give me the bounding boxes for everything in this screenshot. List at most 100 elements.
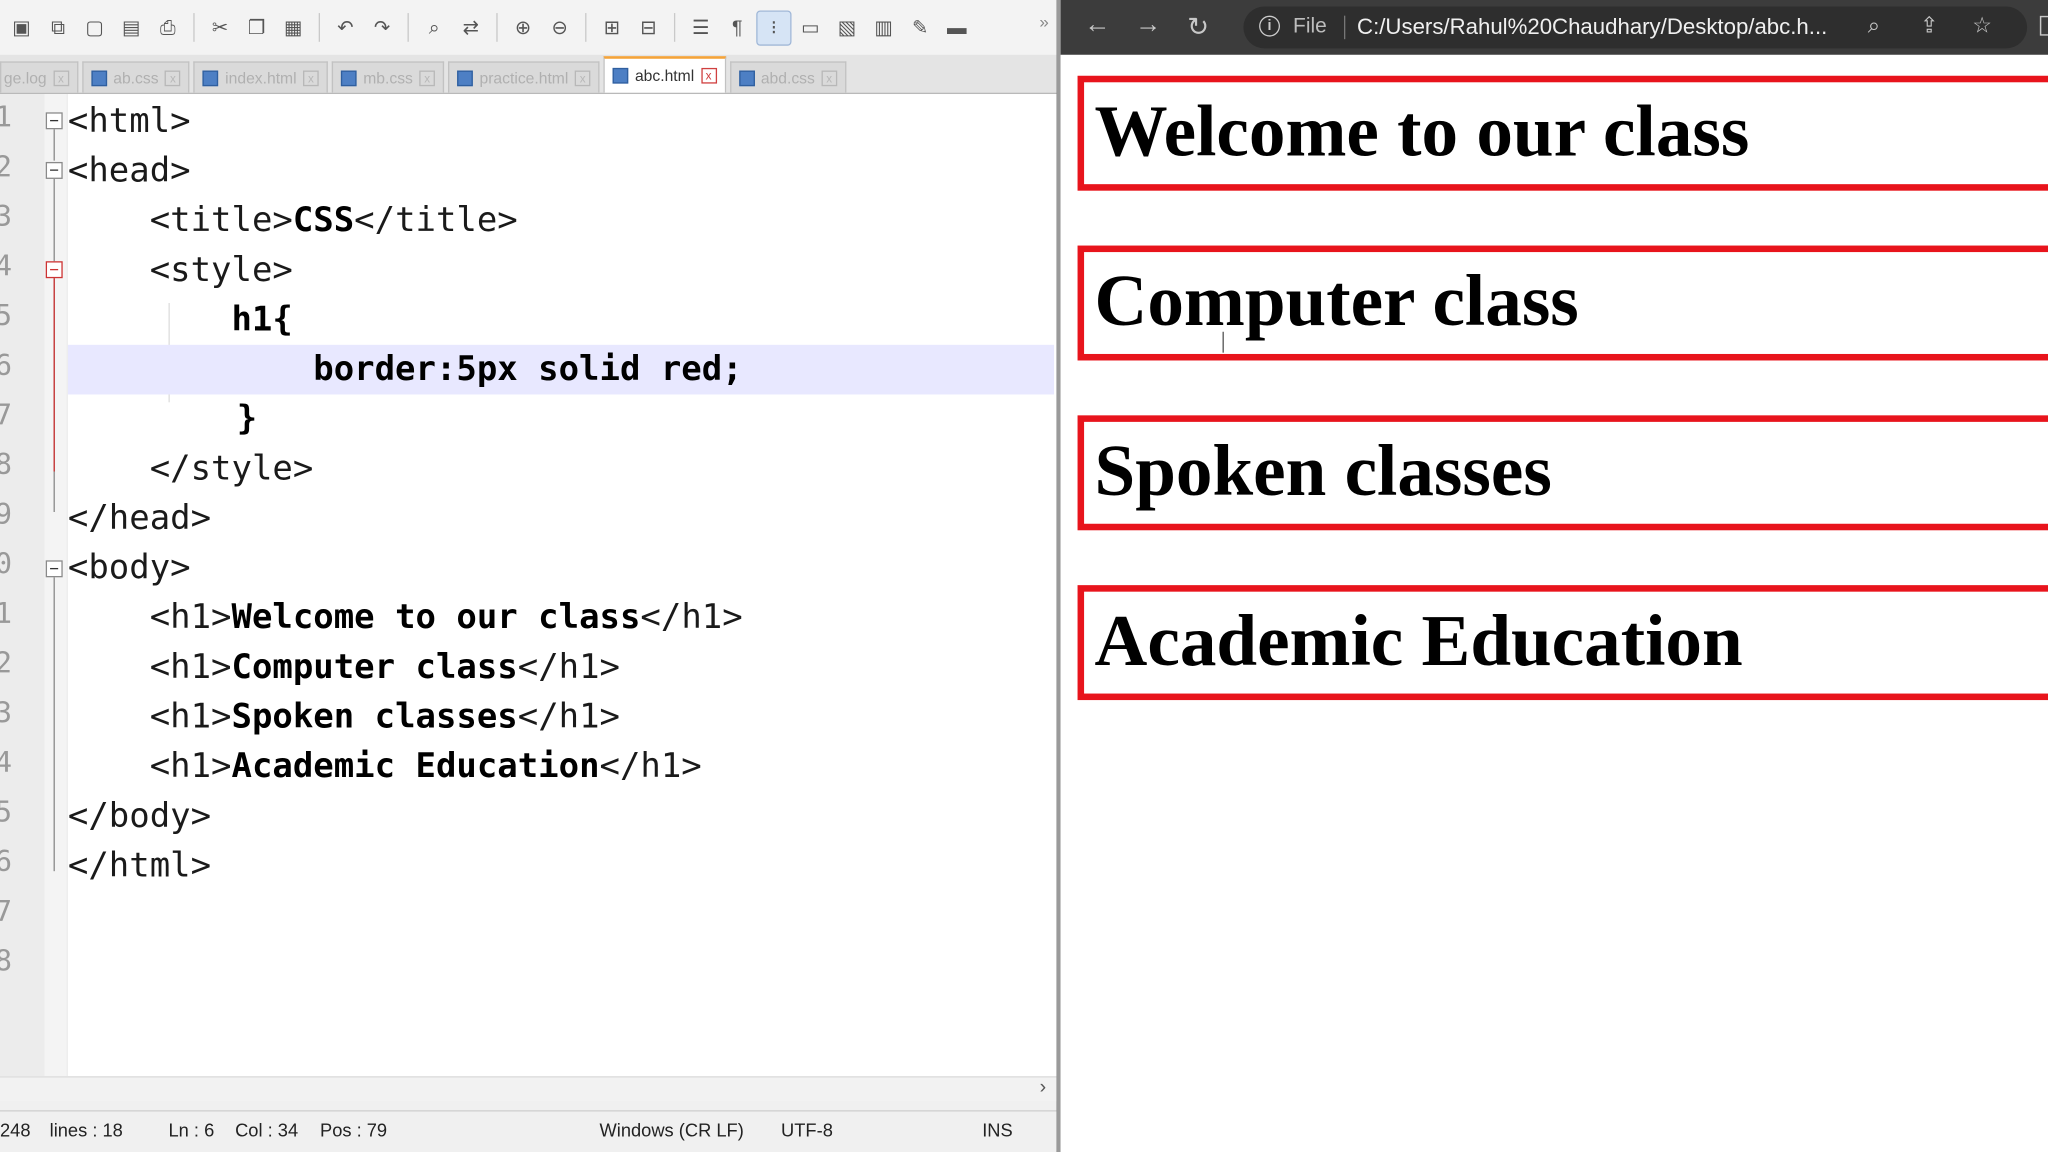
- address-bar[interactable]: i File C:/Users/Rahul%20Chaudhary/Deskto…: [1243, 6, 2028, 49]
- tab-ge-log[interactable]: ge.log x: [0, 61, 78, 93]
- undo-icon[interactable]: ↶: [329, 11, 362, 44]
- close-icon[interactable]: x: [419, 69, 436, 86]
- line-number: 5: [0, 300, 18, 333]
- stop-macro-icon[interactable]: ▬: [940, 11, 973, 44]
- fold-toggle-icon[interactable]: −: [45, 261, 63, 279]
- zoom-icon[interactable]: ⌕: [1868, 13, 1880, 39]
- tab-label: ge.log: [3, 68, 47, 87]
- replace-icon[interactable]: ⇄: [455, 11, 488, 44]
- close-icon[interactable]: x: [303, 69, 319, 86]
- toolbar-divider: [673, 13, 676, 42]
- code-line: }: [68, 394, 1054, 444]
- record-macro-icon[interactable]: ✎: [904, 11, 937, 44]
- code-area[interactable]: <html> <head> <title>CSS</title> <style>…: [67, 94, 1057, 1077]
- function-list-icon[interactable]: ▥: [867, 11, 900, 44]
- doc-map-icon[interactable]: ▧: [831, 11, 864, 44]
- file-icon: [612, 67, 629, 84]
- code-line: <body>: [68, 543, 1054, 593]
- show-all-chars-icon[interactable]: ¶: [721, 11, 754, 44]
- language-icon[interactable]: ▭: [794, 11, 827, 44]
- code-token: <h1>: [149, 747, 232, 787]
- tab-mb-css[interactable]: mb.css x: [331, 61, 445, 93]
- line-number: 9: [0, 499, 18, 532]
- line-number: 8: [0, 449, 18, 482]
- back-arrow-icon[interactable]: ←: [1084, 10, 1110, 40]
- close-icon[interactable]: x: [165, 69, 181, 86]
- file-icon: [202, 69, 219, 86]
- redo-icon[interactable]: ↷: [366, 11, 399, 44]
- word-wrap-icon[interactable]: ☰: [684, 11, 717, 44]
- horizontal-scrollbar[interactable]: ›: [0, 1076, 1057, 1102]
- sync-vertical-icon[interactable]: ⊞: [596, 11, 629, 44]
- fold-guide: [53, 129, 55, 161]
- code-token: Welcome to our class: [231, 598, 641, 638]
- page-viewport: Welcome to our class Computer class Spok…: [1060, 54, 2048, 1152]
- status-encoding[interactable]: UTF-8: [781, 1119, 833, 1140]
- bookmark-star-icon[interactable]: ☆: [1972, 13, 1992, 39]
- sync-horizontal-icon[interactable]: ⊟: [632, 11, 665, 44]
- fold-toggle-icon[interactable]: −: [45, 560, 63, 578]
- line-number: 2: [0, 152, 18, 185]
- close-icon[interactable]: x: [700, 67, 717, 84]
- tab-abd-css[interactable]: abd.css x: [729, 61, 847, 93]
- line-number: 1: [0, 102, 18, 135]
- reload-icon[interactable]: ↻: [1187, 10, 1209, 43]
- heading-academic-education: Academic Education: [1077, 585, 2048, 701]
- heading-welcome: Welcome to our class: [1077, 75, 2048, 191]
- code-token: </body>: [67, 796, 212, 836]
- status-eol[interactable]: Windows (CR LF): [600, 1119, 744, 1140]
- print-icon[interactable]: ⎙: [152, 11, 185, 44]
- code-line: <h1>Welcome to our class</h1>: [68, 593, 1054, 643]
- status-insert-mode: INS: [982, 1119, 1013, 1141]
- paste-icon[interactable]: ▦: [277, 11, 310, 44]
- zoom-in-icon[interactable]: ⊕: [507, 11, 540, 44]
- code-token: CSS: [292, 201, 355, 241]
- forward-arrow-icon[interactable]: →: [1135, 10, 1161, 40]
- toolbar-overflow-icon[interactable]: »: [1039, 12, 1048, 32]
- tab-ab-css[interactable]: ab.css x: [81, 61, 190, 93]
- code-token: </h1>: [599, 747, 702, 787]
- close-icon[interactable]: x: [821, 69, 838, 86]
- text-cursor-icon: [1222, 331, 1224, 353]
- code-line: <h1>Spoken classes</h1>: [68, 692, 1054, 742]
- fold-toggle-icon[interactable]: −: [45, 161, 63, 179]
- tab-abc-html[interactable]: abc.html x: [603, 56, 726, 93]
- chevron-right-icon[interactable]: ›: [1040, 1076, 1047, 1098]
- code-token: Academic Education: [231, 747, 600, 787]
- side-panel-icon[interactable]: ▯: [2038, 8, 2048, 41]
- status-column: Col : 34: [235, 1119, 299, 1141]
- code-token: <html>: [67, 101, 191, 142]
- line-number: 5: [0, 797, 18, 830]
- zoom-out-icon[interactable]: ⊖: [543, 11, 576, 44]
- address-divider: [1343, 15, 1346, 40]
- file-tabs: ge.log x ab.css x index.html x mb.css x …: [0, 54, 1057, 95]
- info-icon[interactable]: i: [1259, 15, 1280, 37]
- file-icon: [91, 69, 107, 86]
- code-token: <title>: [149, 201, 293, 241]
- copy-icon[interactable]: ❐: [240, 11, 273, 44]
- url-text[interactable]: C:/Users/Rahul%20Chaudhary/Desktop/abc.h…: [1357, 14, 1827, 40]
- tab-practice-html[interactable]: practice.html x: [448, 61, 600, 93]
- tab-label: index.html: [225, 68, 297, 87]
- save-all-icon[interactable]: ⧉: [42, 11, 75, 44]
- close-icon[interactable]: x: [53, 69, 69, 86]
- tab-index-html[interactable]: index.html x: [193, 61, 328, 93]
- indent-guide-icon[interactable]: ⁝: [756, 9, 792, 46]
- code-token: <body>: [67, 548, 191, 588]
- editor-toolbar: ▣ ⧉ ▢ ▤ ⎙ ✂ ❐ ▦ ↶ ↷ ⌕ ⇄ ⊕ ⊖ ⊞ ⊟ ☰ ¶ ⁝ ▭: [0, 0, 1057, 55]
- tab-label: ab.css: [113, 68, 159, 87]
- status-lines: lines : 18: [49, 1119, 123, 1141]
- close-file-icon[interactable]: ▢: [78, 11, 111, 44]
- code-line: </head>: [68, 494, 1054, 544]
- fold-guide: [53, 278, 55, 472]
- find-icon[interactable]: ⌕: [418, 11, 451, 44]
- line-number: 8: [0, 946, 18, 979]
- save-icon[interactable]: ▣: [5, 11, 38, 44]
- close-all-icon[interactable]: ▤: [115, 11, 148, 44]
- fold-toggle-icon[interactable]: −: [45, 112, 63, 130]
- close-icon[interactable]: x: [574, 69, 591, 86]
- share-icon[interactable]: ⇪: [1920, 13, 1939, 39]
- line-number: 7: [0, 896, 18, 929]
- cut-icon[interactable]: ✂: [204, 11, 237, 44]
- status-length: 248: [0, 1119, 31, 1141]
